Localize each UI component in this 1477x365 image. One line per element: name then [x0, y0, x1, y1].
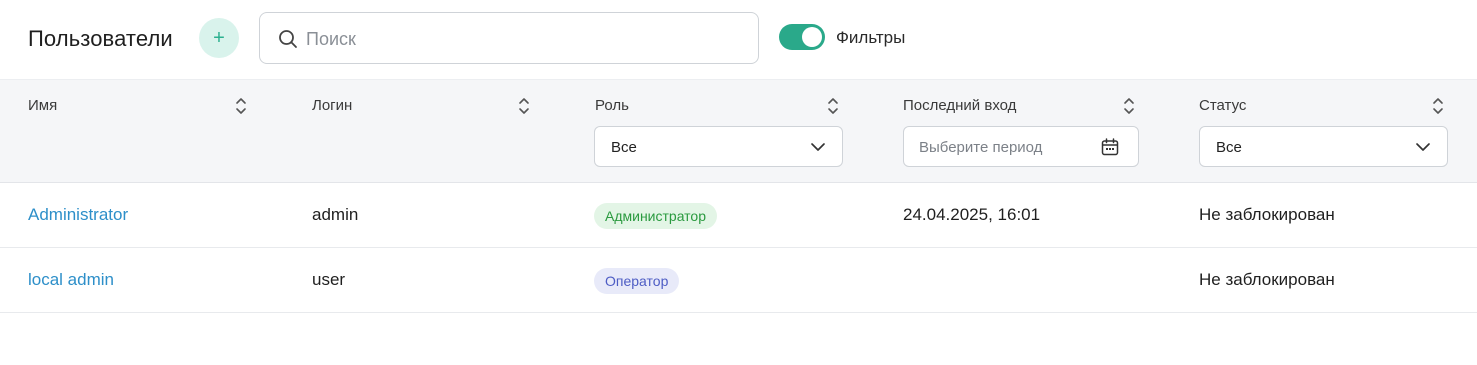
- last-login-period-picker[interactable]: [903, 126, 1139, 167]
- last-login-value: 24.04.2025, 16:01: [903, 205, 1041, 224]
- sort-icon[interactable]: [234, 95, 248, 117]
- sort-icon[interactable]: [517, 95, 531, 117]
- role-filter-select[interactable]: Все: [594, 126, 843, 167]
- role-badge: Администратор: [594, 203, 718, 229]
- user-name-link[interactable]: Administrator: [28, 205, 128, 225]
- user-name-link[interactable]: local admin: [28, 270, 114, 290]
- sort-icon[interactable]: [1122, 95, 1136, 117]
- add-user-button[interactable]: +: [199, 18, 239, 58]
- table-header: Имя Логин Роль Все Последний вход Выбери…: [0, 79, 1477, 183]
- table-row[interactable]: local admin user Оператор Не заблокирова…: [0, 248, 1477, 313]
- chevron-down-icon: [1416, 143, 1430, 151]
- chevron-down-icon: [811, 143, 825, 151]
- sort-icon[interactable]: [826, 95, 840, 117]
- table-row[interactable]: Administrator admin Администратор 24.04.…: [0, 183, 1477, 248]
- toggle-knob: [802, 27, 822, 47]
- column-header-role: Роль: [595, 97, 629, 114]
- sort-icon[interactable]: [1431, 95, 1445, 117]
- status-value: Не заблокирован: [1199, 270, 1335, 289]
- role-filter-value: Все: [611, 139, 637, 156]
- period-input[interactable]: [919, 137, 1099, 157]
- column-header-last-login: Последний вход: [903, 97, 1017, 114]
- search-input[interactable]: [306, 25, 746, 53]
- filters-toggle[interactable]: [779, 24, 825, 50]
- column-header-login: Логин: [312, 97, 353, 114]
- column-header-status: Статус: [1199, 97, 1247, 114]
- role-badge: Оператор: [594, 268, 680, 294]
- status-filter-value: Все: [1216, 139, 1242, 156]
- column-header-name: Имя: [28, 97, 58, 114]
- calendar-icon[interactable]: [1101, 138, 1119, 156]
- toolbar: Пользователи + Фильтры: [0, 0, 1477, 79]
- status-value: Не заблокирован: [1199, 205, 1335, 224]
- filters-toggle-label: Фильтры: [836, 28, 906, 47]
- search-icon: [279, 30, 297, 48]
- search-box[interactable]: [259, 12, 759, 64]
- user-login: admin: [312, 205, 359, 224]
- status-filter-select[interactable]: Все: [1199, 126, 1448, 167]
- page-title: Пользователи: [28, 26, 173, 51]
- user-login: user: [312, 270, 346, 289]
